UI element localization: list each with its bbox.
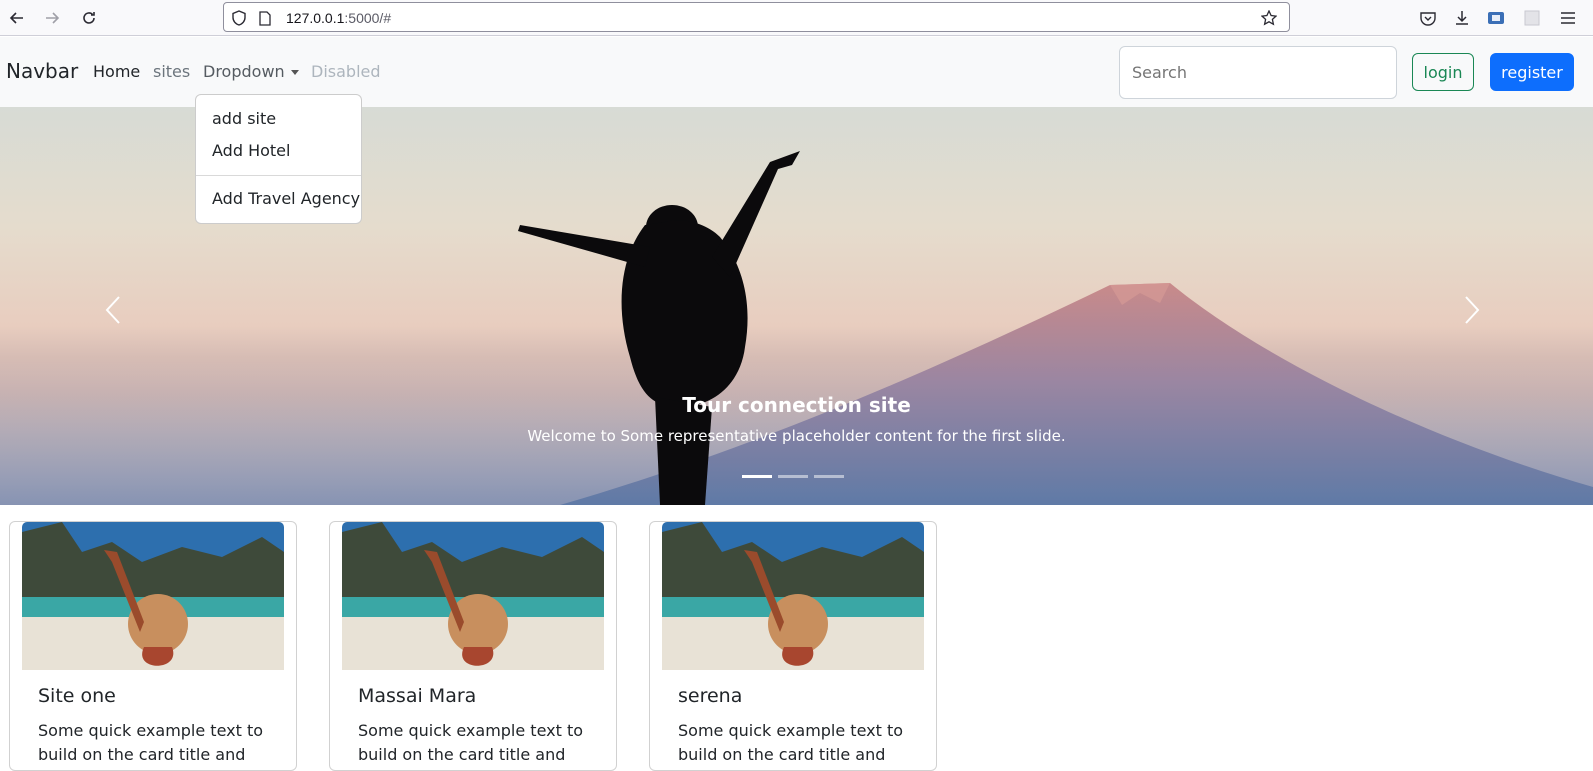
dropdown-item-add-travel-agency[interactable]: Add Travel Agency bbox=[212, 189, 360, 208]
dropdown-divider bbox=[196, 175, 361, 176]
nav-link-disabled: Disabled bbox=[311, 62, 381, 81]
download-icon[interactable] bbox=[1451, 7, 1473, 29]
chevron-left-icon bbox=[105, 296, 120, 324]
dropdown-menu: add site Add Hotel Add Travel Agency bbox=[195, 94, 362, 224]
screenshot-icon[interactable] bbox=[1521, 7, 1543, 29]
reload-icon[interactable] bbox=[78, 7, 100, 29]
browser-toolbar: 127.0.0.1:5000/# bbox=[0, 0, 1593, 36]
page-icon[interactable] bbox=[256, 9, 274, 27]
chevron-right-icon bbox=[1465, 296, 1480, 324]
card-title: serena bbox=[678, 685, 743, 707]
caret-down-icon bbox=[290, 70, 299, 75]
nav-link-home[interactable]: Home bbox=[93, 62, 140, 81]
carousel-indicator-1[interactable] bbox=[742, 475, 772, 478]
url-text: 127.0.0.1:5000/# bbox=[286, 10, 391, 26]
back-arrow-icon[interactable] bbox=[6, 7, 28, 29]
carousel-indicator-3[interactable] bbox=[814, 475, 844, 478]
register-button[interactable]: register bbox=[1490, 53, 1574, 91]
card-image bbox=[22, 522, 284, 670]
menu-icon[interactable] bbox=[1557, 7, 1579, 29]
carousel-prev-button[interactable] bbox=[93, 285, 133, 335]
login-button[interactable]: login bbox=[1412, 53, 1474, 91]
nav-link-sites[interactable]: sites bbox=[153, 62, 190, 81]
carousel-caption-text: Welcome to Some representative placehold… bbox=[527, 427, 1066, 445]
bookmark-star-icon[interactable] bbox=[1259, 8, 1279, 28]
card: Site one Some quick example text to buil… bbox=[9, 521, 297, 771]
carousel-next-button[interactable] bbox=[1452, 285, 1492, 335]
search-input[interactable] bbox=[1119, 46, 1397, 99]
carousel-caption-title: Tour connection site bbox=[682, 393, 911, 417]
card: serena Some quick example text to build … bbox=[649, 521, 937, 771]
card-image bbox=[662, 522, 924, 670]
card-text: Some quick example text to build on the … bbox=[38, 721, 264, 770]
shield-icon[interactable] bbox=[230, 9, 248, 27]
navbar-brand[interactable]: Navbar bbox=[6, 59, 78, 83]
extension-icon[interactable] bbox=[1485, 7, 1507, 29]
carousel-indicator-2[interactable] bbox=[778, 475, 808, 478]
forward-arrow-icon[interactable] bbox=[41, 7, 63, 29]
nav-link-dropdown[interactable]: Dropdown bbox=[203, 62, 299, 81]
card: Massai Mara Some quick example text to b… bbox=[329, 521, 617, 771]
card-title: Massai Mara bbox=[358, 685, 477, 707]
dropdown-item-add-site[interactable]: add site bbox=[212, 109, 276, 128]
dropdown-item-add-hotel[interactable]: Add Hotel bbox=[212, 141, 290, 160]
nav-link-dropdown-label: Dropdown bbox=[203, 62, 285, 81]
url-path: :5000/# bbox=[344, 10, 392, 26]
card-text: Some quick example text to build on the … bbox=[678, 721, 904, 770]
card-image bbox=[342, 522, 604, 670]
address-bar[interactable]: 127.0.0.1:5000/# bbox=[223, 2, 1290, 32]
card-title: Site one bbox=[38, 685, 116, 707]
pocket-icon[interactable] bbox=[1417, 7, 1439, 29]
url-host: 127.0.0.1 bbox=[286, 10, 345, 26]
card-text: Some quick example text to build on the … bbox=[358, 721, 584, 770]
